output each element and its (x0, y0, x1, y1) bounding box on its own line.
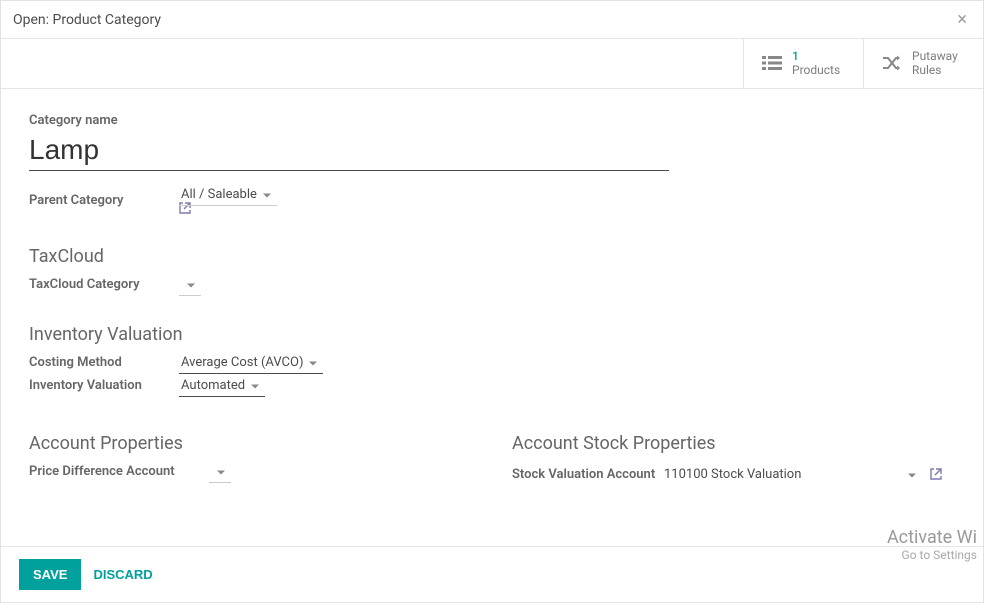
stat-putaway-button[interactable]: Putaway Rules (863, 39, 983, 88)
inventory-valuation-select[interactable]: Automated (179, 375, 265, 397)
titlebar: Open: Product Category × (1, 1, 983, 39)
price-diff-label: Price Difference Account (29, 464, 209, 479)
taxcloud-category-row: TaxCloud Category (29, 277, 955, 292)
close-icon[interactable]: × (953, 9, 971, 30)
stock-valuation-account-row: Stock Valuation Account 110100 Stock Val… (512, 464, 955, 485)
stat-putaway-line2: Rules (912, 63, 958, 77)
account-stock-properties-col: Account Stock Properties Stock Valuation… (512, 401, 955, 493)
chevron-down-icon (908, 467, 916, 482)
price-diff-select[interactable] (209, 461, 231, 483)
modal-product-category: Open: Product Category × 1 Products Puta… (0, 0, 984, 603)
modal-title: Open: Product Category (13, 12, 161, 28)
parent-category-label: Parent Category (29, 193, 179, 208)
chevron-down-icon (309, 355, 317, 370)
taxcloud-category-label: TaxCloud Category (29, 277, 179, 292)
stat-putaway-line1: Putaway (912, 49, 958, 63)
inventory-valuation-row: Inventory Valuation Automated (29, 378, 955, 393)
taxcloud-category-select[interactable] (179, 274, 201, 296)
save-button[interactable]: SAVE (19, 559, 81, 590)
inventory-valuation-heading: Inventory Valuation (29, 324, 955, 345)
stock-valuation-account-select[interactable]: 110100 Stock Valuation (662, 464, 922, 485)
stat-putaway-text: Putaway Rules (912, 49, 958, 78)
stat-products-count: 1 (792, 49, 840, 63)
price-diff-row: Price Difference Account (29, 464, 472, 479)
form-content: Category name Parent Category All / Sale… (1, 89, 983, 533)
stat-products-button[interactable]: 1 Products (743, 39, 863, 88)
stat-products-text: 1 Products (792, 49, 840, 78)
shuffle-icon (882, 55, 902, 71)
costing-method-label: Costing Method (29, 355, 179, 370)
category-name-input[interactable] (29, 130, 669, 171)
chevron-down-icon (263, 187, 271, 202)
account-properties-col: Account Properties Price Difference Acco… (29, 401, 472, 493)
modal-footer: SAVE DISCARD (1, 546, 983, 602)
external-link-icon[interactable] (930, 468, 942, 480)
account-columns: Account Properties Price Difference Acco… (29, 401, 955, 493)
chevron-down-icon (187, 277, 195, 292)
inventory-valuation-label: Inventory Valuation (29, 378, 179, 393)
chevron-down-icon (251, 378, 259, 393)
costing-method-row: Costing Method Average Cost (AVCO) (29, 355, 955, 370)
scroll-area[interactable]: 1 Products Putaway Rules Category name P… (1, 39, 983, 546)
parent-category-select[interactable]: All / Saleable (179, 184, 277, 206)
taxcloud-heading: TaxCloud (29, 246, 955, 267)
chevron-down-icon (217, 464, 225, 479)
category-name-label: Category name (29, 113, 955, 128)
stock-valuation-account-label: Stock Valuation Account (512, 467, 662, 482)
account-properties-heading: Account Properties (29, 433, 472, 454)
stat-products-label: Products (792, 63, 840, 77)
discard-button[interactable]: DISCARD (93, 567, 152, 582)
account-stock-properties-heading: Account Stock Properties (512, 433, 955, 454)
parent-category-row: Parent Category All / Saleable (29, 187, 955, 214)
stat-buttons: 1 Products Putaway Rules (1, 39, 983, 89)
list-icon (762, 55, 782, 71)
costing-method-select[interactable]: Average Cost (AVCO) (179, 352, 323, 374)
